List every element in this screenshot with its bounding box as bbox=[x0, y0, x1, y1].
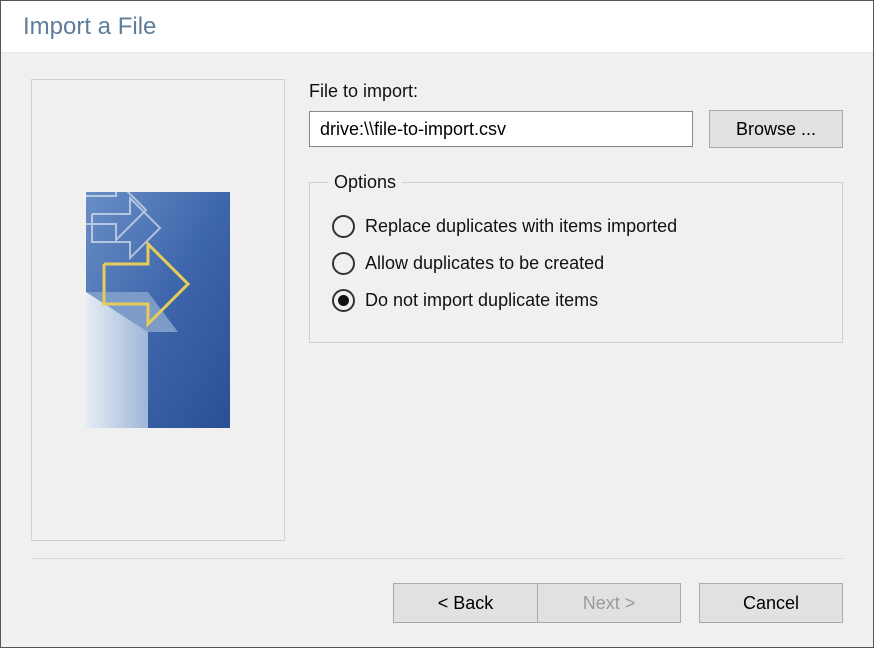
wizard-arrows-icon bbox=[86, 192, 230, 428]
radio-icon bbox=[332, 289, 355, 312]
browse-button[interactable]: Browse ... bbox=[709, 110, 843, 148]
titlebar: Import a File bbox=[1, 1, 873, 53]
radio-icon bbox=[332, 215, 355, 238]
radio-icon bbox=[332, 252, 355, 275]
dialog-title: Import a File bbox=[23, 13, 156, 41]
next-button[interactable]: Next > bbox=[537, 583, 681, 623]
back-next-pair: < Back Next > bbox=[393, 583, 681, 623]
content-area: File to import: Browse ... Options Repla… bbox=[1, 53, 873, 558]
option-allow-duplicates[interactable]: Allow duplicates to be created bbox=[328, 244, 824, 281]
wizard-image-panel bbox=[31, 79, 285, 541]
options-legend: Options bbox=[328, 172, 402, 193]
option-label: Replace duplicates with items imported bbox=[365, 216, 677, 237]
cancel-button[interactable]: Cancel bbox=[699, 583, 843, 623]
option-skip-duplicates[interactable]: Do not import duplicate items bbox=[328, 281, 824, 318]
file-to-import-label: File to import: bbox=[309, 81, 843, 102]
option-label: Allow duplicates to be created bbox=[365, 253, 604, 274]
file-path-input[interactable] bbox=[309, 111, 693, 147]
options-group: Options Replace duplicates with items im… bbox=[309, 172, 843, 343]
form-panel: File to import: Browse ... Options Repla… bbox=[309, 79, 843, 558]
option-label: Do not import duplicate items bbox=[365, 290, 598, 311]
option-replace-duplicates[interactable]: Replace duplicates with items imported bbox=[328, 207, 824, 244]
file-row: Browse ... bbox=[309, 110, 843, 148]
back-button[interactable]: < Back bbox=[393, 583, 537, 623]
footer: < Back Next > Cancel bbox=[1, 559, 873, 647]
